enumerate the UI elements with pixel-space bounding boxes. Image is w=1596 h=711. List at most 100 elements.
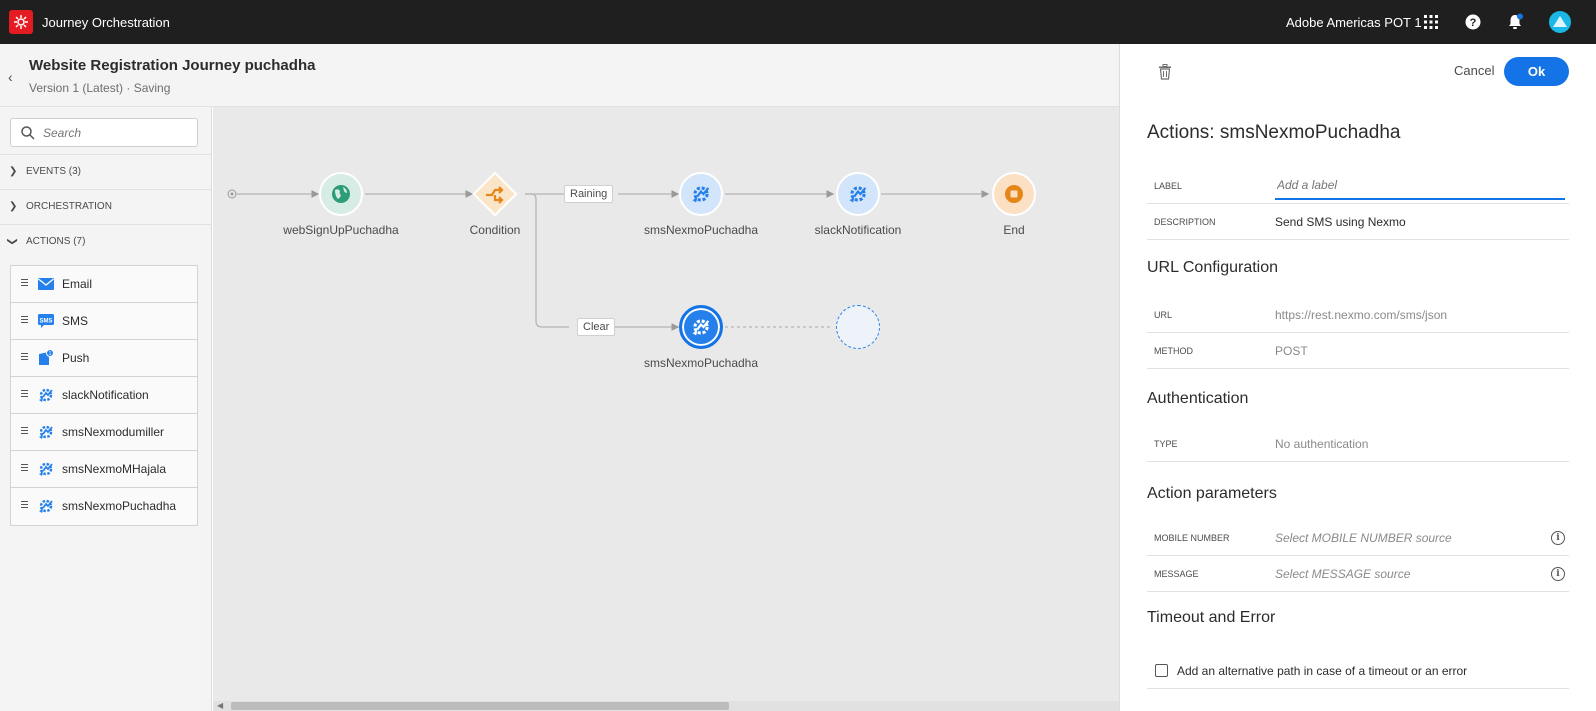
email-icon <box>38 278 54 290</box>
section-actions[interactable]: ❯ ACTIONS (7) <box>0 224 212 260</box>
url-field-label: URL <box>1154 310 1173 320</box>
notifications-bell-icon[interactable] <box>1505 12 1525 32</box>
canvas-horizontal-scrollbar[interactable]: ◀ <box>213 701 1119 711</box>
app-title: Journey Orchestration <box>42 15 170 30</box>
custom-action-icon <box>39 499 53 513</box>
drag-handle-icon[interactable] <box>21 501 28 509</box>
drag-handle-icon[interactable] <box>21 279 28 287</box>
drag-handle-icon[interactable] <box>21 316 28 324</box>
trash-icon[interactable] <box>1158 64 1172 80</box>
palette-action-sms[interactable]: SMS SMS <box>11 303 197 340</box>
palette-action-smsnexmomhajala[interactable]: smsNexmoMHajala <box>11 451 197 488</box>
url-field-row: URL https://rest.nexmo.com/sms/json <box>1147 297 1569 333</box>
search-icon <box>21 126 35 140</box>
user-avatar[interactable] <box>1548 10 1572 34</box>
auth-type-field-row: TYPE No authentication <box>1147 426 1569 462</box>
journey-node-action[interactable] <box>836 172 880 216</box>
action-parameters-title: Action parameters <box>1147 485 1277 502</box>
section-events-label: EVENTS (3) <box>26 166 82 177</box>
custom-action-icon <box>692 186 710 203</box>
palette-search[interactable] <box>10 118 198 147</box>
timeout-error-title: Timeout and Error <box>1147 609 1276 626</box>
adobe-journey-logo-icon[interactable] <box>9 10 33 34</box>
scroll-left-arrow-icon[interactable]: ◀ <box>217 701 223 710</box>
svg-text:1: 1 <box>49 351 52 357</box>
panel-title: Actions: smsNexmoPuchadha <box>1147 122 1401 143</box>
drag-handle-icon[interactable] <box>21 353 28 361</box>
stop-icon <box>1005 185 1023 203</box>
url-value: https://rest.nexmo.com/sms/json <box>1275 308 1448 322</box>
palette-action-slacknotification[interactable]: slackNotification <box>11 377 197 414</box>
palette-action-push[interactable]: 1 Push <box>11 340 197 377</box>
mobile-number-field-row[interactable]: MOBILE NUMBER Select MOBILE NUMBER sourc… <box>1147 520 1569 556</box>
section-orchestration-label: ORCHESTRATION <box>26 201 112 212</box>
label-input[interactable] <box>1275 172 1565 200</box>
journey-header: ‹ Website Registration Journey puchadha … <box>0 44 1119 107</box>
palette-action-label: Push <box>62 351 90 365</box>
message-source-select[interactable]: Select MESSAGE source <box>1275 567 1410 581</box>
back-chevron-icon[interactable]: ‹ <box>8 69 13 85</box>
info-icon[interactable]: i <box>1551 531 1565 545</box>
url-configuration-title: URL Configuration <box>1147 259 1279 276</box>
top-bar: Journey Orchestration Adobe Americas POT… <box>0 0 1596 44</box>
description-field-row: DESCRIPTION Send SMS using Nexmo <box>1147 204 1569 240</box>
journey-node-label: slackNotification <box>814 223 902 237</box>
palette-action-label: SMS <box>62 314 89 328</box>
custom-action-icon <box>39 425 53 439</box>
timeout-path-checkbox[interactable] <box>1155 664 1168 677</box>
push-icon: 1 <box>39 349 54 365</box>
journey-node-action-selected[interactable] <box>679 305 723 349</box>
drag-handle-icon[interactable] <box>21 390 28 398</box>
drag-handle-icon[interactable] <box>21 464 28 472</box>
app-grid-icon[interactable] <box>1421 12 1441 32</box>
journey-node-label: smsNexmoPuchadha <box>643 356 759 370</box>
journey-node-action[interactable] <box>679 172 723 216</box>
palette-action-label: slackNotification <box>62 388 149 402</box>
palette-action-label: smsNexmodumiller <box>62 425 165 439</box>
journey-title: Website Registration Journey puchadha <box>29 57 316 74</box>
ok-button[interactable]: Ok <box>1504 57 1569 86</box>
chevron-right-icon: ❯ <box>9 166 18 177</box>
palette-action-smsnexmopuchadha[interactable]: smsNexmoPuchadha <box>11 488 197 525</box>
label-field-label: LABEL <box>1154 181 1183 191</box>
globe-icon <box>332 185 350 203</box>
sms-icon: SMS <box>38 314 54 328</box>
palette-action-smsnexmodumiller[interactable]: smsNexmodumiller <box>11 414 197 451</box>
custom-action-icon <box>39 388 53 402</box>
journey-node-event[interactable] <box>319 172 363 216</box>
auth-type-value: No authentication <box>1275 437 1369 451</box>
edge-label-raining[interactable]: Raining <box>564 185 614 203</box>
palette-action-email[interactable]: Email <box>11 266 197 303</box>
info-icon[interactable]: i <box>1551 567 1565 581</box>
chevron-right-icon: ❯ <box>9 201 18 212</box>
search-input[interactable] <box>43 124 193 142</box>
journey-canvas[interactable]: webSignUpPuchadha Condition Raining smsN… <box>213 107 1119 711</box>
chevron-down-icon: ❯ <box>6 237 18 246</box>
method-field-label: METHOD <box>1154 346 1193 356</box>
custom-action-icon <box>849 186 867 203</box>
timeout-path-label: Add an alternative path in case of a tim… <box>1177 664 1468 678</box>
org-switcher[interactable]: Adobe Americas POT 1 <box>1286 15 1422 30</box>
section-events[interactable]: ❯ EVENTS (3) <box>0 154 212 190</box>
journey-node-label: smsNexmoPuchadha <box>643 223 759 237</box>
message-label: MESSAGE <box>1154 569 1199 579</box>
scrollbar-thumb[interactable] <box>231 702 729 710</box>
actions-list: Email SMS SMS 1 Push slackNotification s… <box>10 265 198 526</box>
custom-action-icon <box>692 319 710 336</box>
message-field-row[interactable]: MESSAGE Select MESSAGE source i <box>1147 556 1569 592</box>
journey-node-label: webSignUpPuchadha <box>283 223 399 237</box>
svg-text:?: ? <box>1470 17 1477 29</box>
help-icon[interactable]: ? <box>1463 12 1483 32</box>
journey-version-status: Version 1 (Latest) · Saving <box>29 81 171 95</box>
authentication-title: Authentication <box>1147 390 1249 407</box>
drag-handle-icon[interactable] <box>21 427 28 435</box>
palette-action-label: Email <box>62 277 93 291</box>
edge-label-clear[interactable]: Clear <box>577 318 616 336</box>
timeout-path-row[interactable]: Add an alternative path in case of a tim… <box>1147 657 1569 689</box>
cancel-button[interactable]: Cancel <box>1454 63 1494 78</box>
journey-node-end[interactable] <box>992 172 1036 216</box>
mobile-number-source-select[interactable]: Select MOBILE NUMBER source <box>1275 531 1452 545</box>
section-orchestration[interactable]: ❯ ORCHESTRATION <box>0 189 212 225</box>
empty-node-drop-target[interactable] <box>836 305 880 349</box>
condition-icon <box>486 186 504 204</box>
